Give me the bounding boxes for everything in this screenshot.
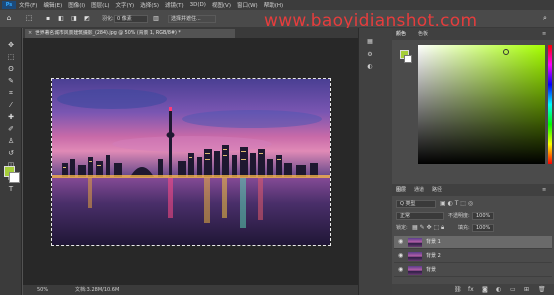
layer-name: 背景 2	[426, 253, 441, 259]
layer-thumbnail	[408, 252, 422, 261]
adjustments-panel-icon[interactable]: ◐	[365, 63, 375, 71]
history-brush-tool-icon[interactable]: ↺	[5, 148, 17, 158]
fill-label: 填充:	[458, 225, 470, 231]
tools-panel: ✥ ⬚ ʘ ✎ ⌗ ⁄ ✚ ✐ ♙ ↺ ◫ ▤ T	[0, 28, 22, 295]
new-group-icon[interactable]: ▭	[510, 285, 516, 294]
menu-image[interactable]: 图像(I)	[68, 1, 85, 9]
layers-menu-icon[interactable]: ≡	[542, 186, 546, 194]
adjustment-layer-icon[interactable]: ◐	[496, 285, 501, 294]
fill-input[interactable]: 100%	[472, 224, 494, 232]
link-layers-icon[interactable]: ⛓	[454, 285, 462, 294]
eyedropper-tool-icon[interactable]: ⁄	[5, 100, 17, 110]
zoom-level[interactable]: 50%	[37, 285, 48, 295]
blend-mode-select[interactable]: 正常	[396, 212, 444, 220]
opacity-input[interactable]: 100%	[472, 212, 494, 220]
add-mask-icon[interactable]: ◙	[482, 285, 488, 294]
eye-icon[interactable]: ◉	[398, 252, 403, 260]
color-panel-background-swatch[interactable]	[404, 55, 412, 63]
brush-tool-icon[interactable]: ✐	[5, 124, 17, 134]
delete-layer-icon[interactable]: 🗑︎	[538, 285, 546, 294]
lasso-tool-icon[interactable]: ʘ	[5, 64, 17, 74]
tab-color[interactable]: 颜色	[396, 30, 406, 38]
panel-icon-strip: ▦ ⚙ ◐	[358, 28, 392, 295]
hue-slider[interactable]	[548, 45, 552, 164]
document-tab[interactable]: 世界著名城市风景建筑摄影_(284).jpg @ 50% (背景 1, RGB/…	[25, 29, 235, 38]
marquee-tool-icon[interactable]: ⬚	[5, 52, 17, 62]
layer-kind-filter[interactable]: Q 类型	[396, 200, 436, 208]
intersect-selection-icon[interactable]: ◩	[81, 14, 93, 23]
feather-label: 羽化:	[102, 16, 114, 22]
menu-help[interactable]: 帮助(H)	[264, 1, 283, 9]
menu-window[interactable]: 窗口(W)	[237, 1, 258, 9]
tab-layers[interactable]: 图层	[396, 186, 406, 194]
quick-select-tool-icon[interactable]: ✎	[5, 76, 17, 86]
menu-select[interactable]: 选择(S)	[140, 1, 159, 9]
feather-input[interactable]: 0 像素	[114, 15, 148, 23]
layer-thumbnail	[408, 238, 422, 247]
menu-bar: Ps 文件(F) 编辑(E) 图像(I) 图层(L) 文字(Y) 选择(S) 滤…	[0, 0, 554, 10]
stamp-tool-icon[interactable]: ♙	[5, 136, 17, 146]
menu-edit[interactable]: 编辑(E)	[43, 1, 62, 9]
menu-3d[interactable]: 3D(D)	[190, 2, 206, 8]
menu-file[interactable]: 文件(F)	[19, 1, 37, 9]
color-panel-tabs: 颜色 色板 ≡	[392, 28, 554, 40]
skyline-image	[52, 79, 330, 245]
history-panel-icon[interactable]: ▦	[365, 38, 375, 46]
add-selection-icon[interactable]: ◧	[55, 14, 67, 23]
home-icon[interactable]: ⌂	[4, 14, 14, 23]
photoshop-logo: Ps	[2, 1, 16, 9]
properties-panel-icon[interactable]: ⚙	[365, 51, 375, 59]
menu-view[interactable]: 视图(V)	[212, 1, 231, 9]
layer-row[interactable]: ◉ 背景 1	[394, 236, 552, 249]
close-tab-icon[interactable]: ×	[28, 30, 32, 37]
move-tool-icon[interactable]: ✥	[5, 40, 17, 50]
new-selection-icon[interactable]: ▪	[42, 14, 54, 23]
lock-icons[interactable]: ▦ ✎ ✥ ⬚ 🔒︎	[412, 224, 444, 232]
tab-channels[interactable]: 通道	[414, 186, 424, 194]
layer-name: 背景	[426, 267, 437, 273]
new-layer-icon[interactable]: ⊞	[524, 285, 529, 294]
city-skyline-photo[interactable]	[51, 78, 331, 246]
healing-brush-tool-icon[interactable]: ✚	[5, 112, 17, 122]
options-bar: ⌂ ⬚ ▪ ◧ ◨ ◩ 羽化: 0 像素 ▥ 选择并遮住... www.baoy…	[0, 10, 554, 31]
tab-paths[interactable]: 路径	[432, 186, 442, 194]
layer-name: 背景 1	[426, 239, 441, 245]
panel-menu-icon[interactable]: ≡	[542, 30, 546, 38]
status-bar: 50% 文档:3.28M/10.6M	[23, 285, 358, 295]
eye-icon[interactable]: ◉	[398, 238, 403, 246]
layers-panel-tabs: 图层 通道 路径 ≡	[392, 184, 554, 196]
lock-label: 锁定:	[396, 225, 408, 231]
layer-style-icon[interactable]: fx	[468, 285, 474, 294]
background-color-swatch[interactable]	[9, 172, 20, 183]
layers-panel-footer: ⛓ fx ◙ ◐ ▭ ⊞ 🗑︎	[392, 284, 554, 295]
tab-swatches[interactable]: 色板	[418, 30, 428, 38]
marquee-tool-preset-icon[interactable]: ⬚	[24, 14, 34, 23]
layer-filter-icons[interactable]: ▣ ◐ T ⬚ ◎	[440, 200, 473, 208]
subtract-selection-icon[interactable]: ◨	[68, 14, 80, 23]
eye-icon[interactable]: ◉	[398, 266, 403, 274]
menu-filter[interactable]: 滤镜(T)	[165, 1, 184, 9]
opacity-label: 不透明度:	[448, 213, 470, 219]
color-picker-field[interactable]	[418, 45, 545, 164]
crop-tool-icon[interactable]: ⌗	[5, 88, 17, 98]
menu-type[interactable]: 文字(Y)	[116, 1, 135, 9]
select-and-mask-button[interactable]: 选择并遮住...	[168, 15, 216, 23]
document-info[interactable]: 文档:3.28M/10.6M	[75, 285, 119, 295]
menu-layer[interactable]: 图层(L)	[91, 1, 109, 9]
layer-thumbnail	[408, 266, 422, 275]
color-picker-cursor[interactable]	[503, 49, 509, 55]
style-icon[interactable]: ▥	[150, 14, 162, 23]
type-tool-icon[interactable]: T	[5, 184, 17, 194]
search-icon[interactable]: ⌕	[540, 14, 550, 23]
layer-row[interactable]: ◉ 背景	[394, 264, 552, 277]
layer-row[interactable]: ◉ 背景 2	[394, 250, 552, 263]
